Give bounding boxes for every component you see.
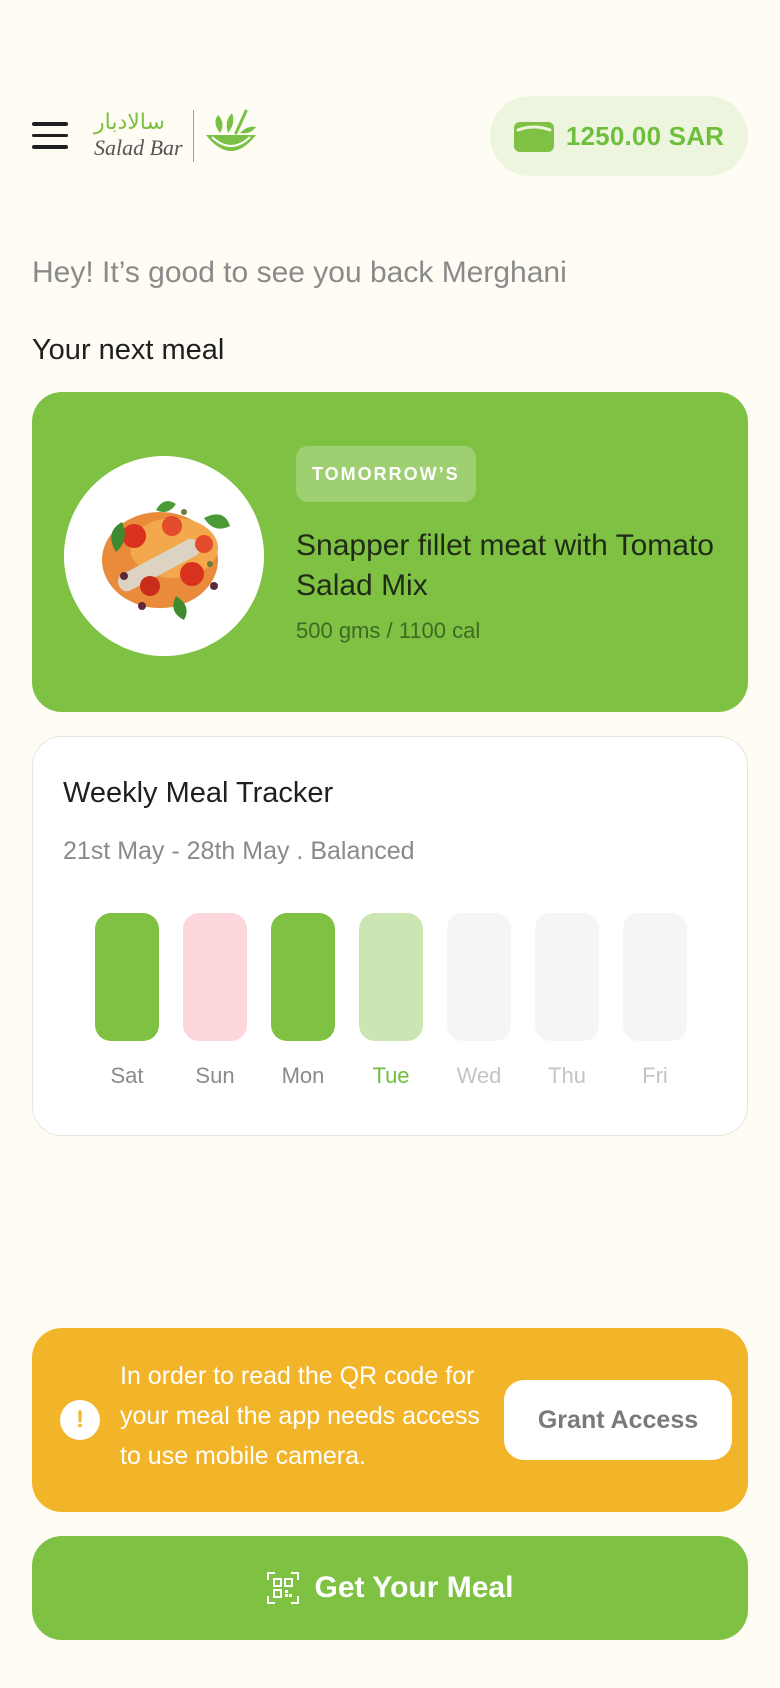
day-bar	[535, 913, 599, 1041]
wallet-amount: 1250.00 SAR	[565, 120, 725, 151]
next-meal-heading: Your next meal	[32, 334, 225, 366]
day-column-wed[interactable]: Wed	[447, 913, 511, 1089]
grant-access-button[interactable]: Grant Access	[504, 1380, 732, 1460]
meal-image	[64, 456, 264, 656]
day-column-sun[interactable]: Sun	[183, 913, 247, 1089]
day-bar	[447, 913, 511, 1041]
alert-message: In order to read the QR code for your me…	[120, 1362, 480, 1470]
day-label: Fri	[642, 1063, 668, 1088]
day-label: Sun	[195, 1063, 235, 1088]
meal-weight-calories: 500 gms / 1100 cal	[296, 618, 481, 643]
greeting-text: Hey! It’s good to see you back Merghani	[32, 256, 567, 289]
logo-divider	[192, 110, 195, 162]
day-column-sat[interactable]: Sat	[95, 913, 159, 1089]
day-column-fri[interactable]: Fri	[623, 913, 687, 1089]
hamburger-menu-icon[interactable]	[32, 122, 68, 150]
get-your-meal-button[interactable]: Get Your Meal	[32, 1536, 748, 1640]
wallet-icon	[513, 122, 554, 152]
day-bar	[271, 913, 335, 1041]
meal-day-badge: TOMORROW’S	[296, 446, 476, 502]
logo-arabic-text: سالادبار	[94, 110, 165, 135]
qr-code-icon	[266, 1572, 299, 1604]
get-your-meal-label: Get Your Meal	[314, 1571, 514, 1604]
day-column-mon[interactable]: Mon	[271, 913, 335, 1089]
day-column-thu[interactable]: Thu	[535, 913, 599, 1089]
next-meal-card[interactable]: TOMORROW’S Snapper fillet meat with Toma…	[32, 392, 748, 712]
tracker-date-range: 21st May - 28th May . Balanced	[63, 837, 415, 865]
day-bar	[95, 913, 159, 1041]
day-label: Wed	[456, 1063, 502, 1088]
day-label: Sat	[110, 1063, 144, 1088]
day-label: Mon	[281, 1063, 325, 1088]
weekly-meal-tracker: Weekly Meal Tracker 21st May - 28th May …	[32, 736, 748, 1136]
exclamation-icon: !	[60, 1400, 100, 1440]
day-label: Thu	[548, 1063, 586, 1088]
tracker-day-bars: Sat Sun Mon Tue Wed Thu Fri	[95, 913, 687, 1093]
camera-permission-alert: ! In order to read the QR code for your …	[32, 1328, 748, 1512]
meal-name: Snapper fillet meat with Tomato Salad Mi…	[296, 529, 714, 602]
day-bar	[623, 913, 687, 1041]
wallet-balance[interactable]: 1250.00 SAR	[490, 96, 748, 176]
day-bar	[183, 913, 247, 1041]
salad-bar-logo: سالادبار Salad Bar	[94, 108, 260, 164]
logo-english-text: Salad Bar	[94, 135, 183, 160]
day-label: Tue	[372, 1063, 410, 1088]
tracker-title: Weekly Meal Tracker	[63, 777, 334, 809]
salad-bowl-icon	[206, 109, 257, 151]
app-header: سالادبار Salad Bar 1250.00 SAR	[32, 96, 748, 176]
day-bar	[359, 913, 423, 1041]
day-column-tue[interactable]: Tue	[359, 913, 423, 1089]
meal-plate-illustration	[64, 456, 264, 656]
